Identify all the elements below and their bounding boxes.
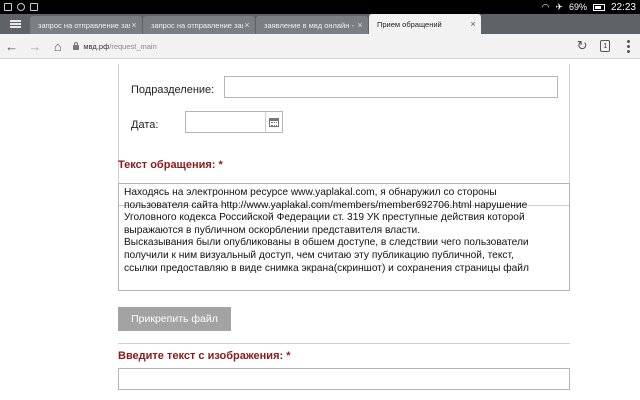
attach-file-button[interactable]: Прикрепить файл [118,307,231,331]
url-path: /request_main [109,41,157,51]
battery-icon [592,3,605,11]
appeal-text-area[interactable]: Находясь на электронном ресурсе www.yapl… [118,183,570,291]
text-line: получили к ним визуальный доступ, чем сч… [124,249,514,261]
date-input[interactable] [185,111,283,133]
more-options-icon[interactable] [617,34,640,58]
airplane-icon: ✈ [555,1,563,12]
tab-active[interactable]: Прием обращений × [369,14,481,34]
tab-3[interactable]: заявление в мвд онлайн - × [256,16,368,34]
battery-percent: 69% [568,2,587,12]
subdivision-label: Подразделение: [131,84,215,96]
back-arrow-icon[interactable]: ← [0,34,23,58]
text-line: Находясь на электронном ресурсе www.yapl… [124,187,497,198]
notification-icon [17,3,25,11]
captcha-label: Введите текст с изображения: * [118,350,291,362]
subdivision-input[interactable] [224,76,558,98]
text-line: выражаются в публичном оскорблении предс… [124,224,421,236]
tab-label: заявление в мвд онлайн - [264,20,354,30]
url-domain: мвд.рф [83,41,110,51]
close-tab-icon[interactable]: × [130,20,138,30]
tab-label: Прием обращений [377,19,442,29]
close-tab-icon[interactable]: × [469,19,477,29]
wifi-icon: ◠ [541,1,550,12]
reload-icon[interactable]: ↻ [571,34,594,58]
tab-count: 1 [600,40,611,52]
tab-label: запрос на отправление зая [151,20,243,30]
gallery-icon [30,3,38,11]
tabs-switcher-button[interactable]: 1 [594,34,617,58]
browser-toolbar: ← → ⌂ мвд.рф/request_main ↻ 1 [0,34,640,59]
clock: 22:23 [610,1,636,13]
browser-tab-strip: запрос на отправление зая × запрос на от… [0,14,640,34]
close-tab-icon[interactable]: × [243,20,251,30]
tab-label: запрос на отправление зая [38,20,130,30]
appeal-text-label: Текст обращения: * [118,159,223,171]
address-bar[interactable]: мвд.рф/request_main [73,37,570,55]
text-line: ссылки предоставляю в виде снимка экрана… [124,262,529,274]
menu-icon[interactable] [0,14,30,34]
text-line: пользователя сайта http://www.yaplakal.c… [124,199,528,211]
close-tab-icon[interactable]: × [356,20,364,30]
forward-arrow-icon[interactable]: → [23,34,46,58]
home-icon[interactable]: ⌂ [46,34,69,58]
text-line: Уголовного кодекса Российской Федерации … [124,212,525,224]
text-line: Высказывания были опубликованы в обшем д… [124,237,529,249]
screenshot-icon [4,3,12,11]
page-content: Подразделение: Дата: Текст обращения: * … [0,60,640,400]
tab-1[interactable]: запрос на отправление зая × [30,16,142,34]
divider [118,343,570,344]
calendar-button[interactable] [265,112,282,132]
android-status-bar: ◠ ✈ 69% 22:23 [0,0,640,14]
lock-icon [73,41,80,50]
captcha-input[interactable] [118,368,570,390]
calendar-icon [269,117,279,127]
date-label: Дата: [131,119,159,131]
tab-2[interactable]: запрос на отправление зая × [143,16,255,34]
